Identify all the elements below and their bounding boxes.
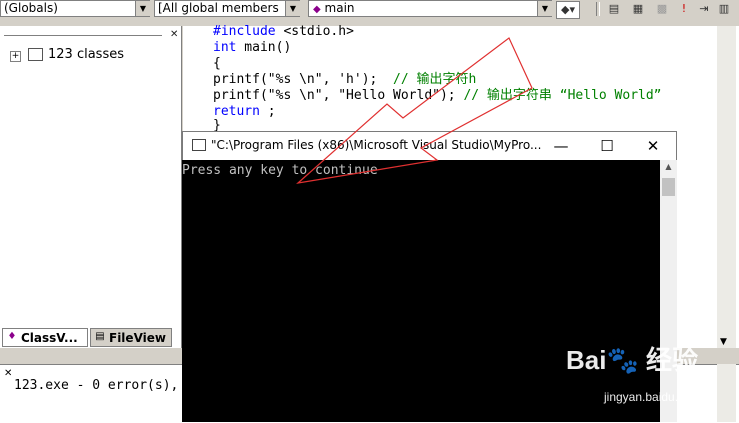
tab-classview-label: ClassV...	[21, 331, 78, 345]
code-line: #include <stdio.h>	[213, 24, 354, 39]
function-diamond-icon: ◆	[313, 4, 321, 15]
stop-build-icon[interactable]: ▩	[654, 1, 670, 17]
close-button[interactable]: ✕	[638, 136, 668, 156]
execute-icon[interactable]: !	[676, 1, 692, 17]
tree-root-label[interactable]: 123 classes	[48, 47, 124, 62]
output-close-icon[interactable]: ✕	[4, 368, 12, 379]
members-combo-value: [All global members	[158, 1, 279, 15]
code-line: printf("%s \n", 'h'); // 输出字符h	[213, 72, 477, 87]
tree-expand-icon[interactable]: +	[10, 51, 21, 62]
function-combo-value: main	[324, 1, 355, 15]
classes-folder-icon	[28, 48, 43, 61]
console-app-icon	[192, 139, 206, 151]
maximize-button[interactable]: ☐	[592, 136, 622, 156]
scope-combo-value: (Globals)	[4, 1, 58, 15]
class-wizard-icon[interactable]: ▤	[606, 1, 622, 17]
code-line: printf("%s \n", "Hello World"); // 输出字符串…	[213, 88, 662, 103]
console-scroll-up-icon[interactable]: ▲	[660, 162, 677, 176]
minimize-button[interactable]: —	[546, 136, 576, 156]
function-dropdown-icon[interactable]: ▼	[537, 1, 552, 16]
classview-tab-icon: ♦	[7, 331, 17, 342]
code-line: {	[213, 56, 221, 71]
code-line: int main()	[213, 40, 292, 55]
build-icon[interactable]: ▦	[630, 1, 646, 17]
watermark-url: jingyan.baidu.com	[604, 390, 701, 404]
classview-pane	[0, 26, 182, 348]
output-text: 123.exe - 0 error(s),	[14, 378, 179, 393]
scope-dropdown-icon[interactable]: ▼	[135, 1, 150, 16]
scroll-down-icon[interactable]: ▼	[720, 337, 727, 347]
baidu-jingyan-logo: Bai🐾 经验	[566, 345, 699, 375]
toolbar-separator	[596, 2, 600, 16]
members-dropdown-icon[interactable]: ▼	[285, 1, 300, 16]
breakpoint-icon[interactable]: ▥	[716, 1, 732, 17]
function-combo[interactable]: ◆ main	[308, 0, 552, 17]
output-scrollbar[interactable]	[717, 364, 736, 422]
members-combo[interactable]: [All global members	[154, 0, 300, 17]
console-title: "C:\Program Files (x86)\Microsoft Visual…	[211, 138, 542, 152]
console-text: Press any key to continue	[182, 163, 378, 178]
pane-grip[interactable]	[4, 31, 162, 36]
step-into-icon[interactable]: ⇥	[696, 1, 712, 17]
editor-scrollbar[interactable]	[717, 26, 736, 348]
tab-fileview-label: FileView	[109, 331, 166, 345]
fileview-tab-icon: ▤	[95, 331, 105, 342]
console-scrollbar[interactable]	[660, 160, 677, 422]
console-output[interactable]	[182, 160, 660, 422]
console-scroll-thumb[interactable]	[662, 178, 675, 196]
code-line: return ;	[213, 104, 276, 119]
scope-combo[interactable]: (Globals)	[0, 0, 150, 17]
wizard-action-icon[interactable]: ◆▾	[556, 1, 580, 19]
pane-close-icon[interactable]: ✕	[170, 29, 178, 40]
